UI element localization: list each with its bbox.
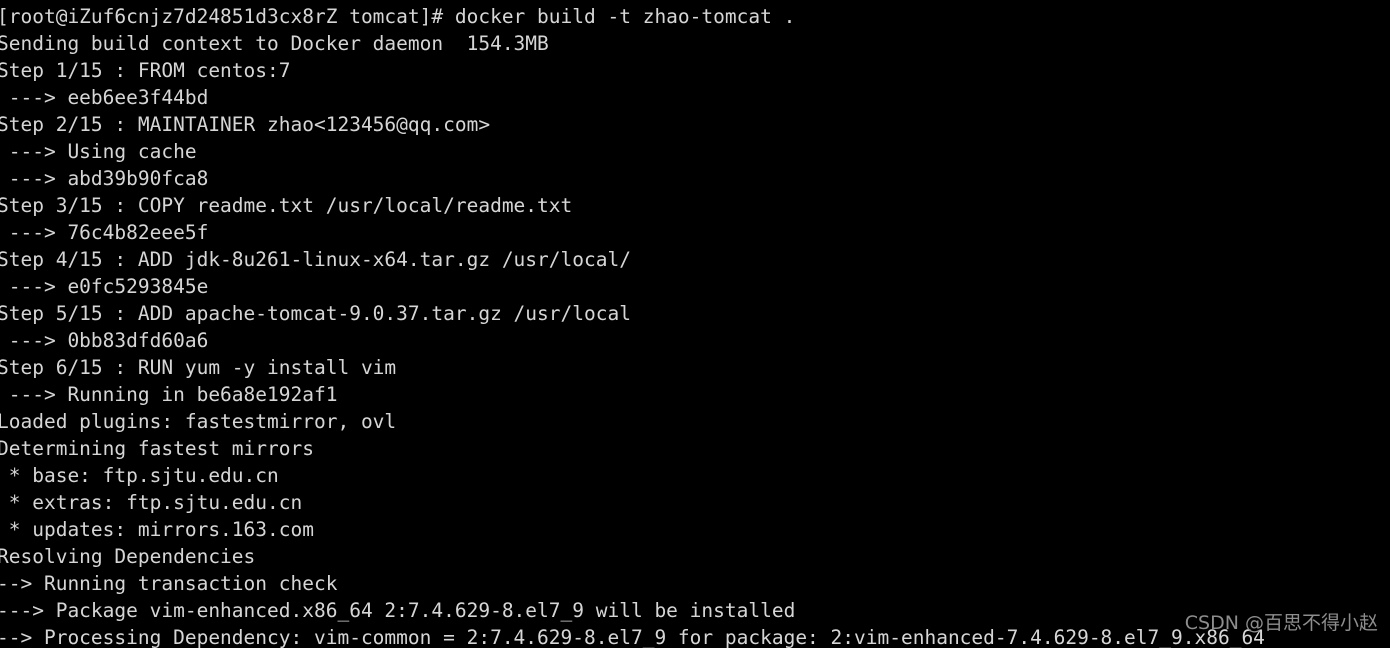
terminal-line: ---> 0bb83dfd60a6 <box>0 329 209 352</box>
terminal-line: ---> Using cache <box>0 140 197 163</box>
terminal-line: Step 2/15 : MAINTAINER zhao<123456@qq.co… <box>0 113 491 136</box>
terminal-line: * updates: mirrors.163.com <box>0 518 314 541</box>
terminal-line: Step 3/15 : COPY readme.txt /usr/local/r… <box>0 194 573 217</box>
terminal-line: Step 6/15 : RUN yum -y install vim <box>0 356 397 379</box>
terminal-line: Resolving Dependencies <box>0 545 256 568</box>
terminal-line: --> Running transaction check <box>0 572 338 595</box>
terminal-line: ---> eeb6ee3f44bd <box>0 86 209 109</box>
terminal-window[interactable]: [root@iZuf6cnjz7d24851d3cx8rZ tomcat]# d… <box>0 0 1390 648</box>
terminal-line: * base: ftp.sjtu.edu.cn <box>0 464 279 487</box>
terminal-line: * extras: ftp.sjtu.edu.cn <box>0 491 303 514</box>
terminal-line: Step 4/15 : ADD jdk-8u261-linux-x64.tar.… <box>0 248 631 271</box>
terminal-line: ---> Running in be6a8e192af1 <box>0 383 338 406</box>
terminal-output[interactable]: [root@iZuf6cnjz7d24851d3cx8rZ tomcat]# d… <box>0 3 1390 648</box>
terminal-line: Step 1/15 : FROM centos:7 <box>0 59 291 82</box>
terminal-line: Step 5/15 : ADD apache-tomcat-9.0.37.tar… <box>0 302 631 325</box>
terminal-line: ---> abd39b90fca8 <box>0 167 209 190</box>
terminal-line: ---> Package vim-enhanced.x86_64 2:7.4.6… <box>0 599 796 622</box>
terminal-line: --> Processing Dependency: vim-common = … <box>0 626 1265 648</box>
terminal-line: [root@iZuf6cnjz7d24851d3cx8rZ tomcat]# d… <box>0 5 796 28</box>
terminal-line: ---> e0fc5293845e <box>0 275 209 298</box>
terminal-line: ---> 76c4b82eee5f <box>0 221 209 244</box>
terminal-line: Loaded plugins: fastestmirror, ovl <box>0 410 397 433</box>
terminal-line: Determining fastest mirrors <box>0 437 314 460</box>
terminal-line: Sending build context to Docker daemon 1… <box>0 32 549 55</box>
